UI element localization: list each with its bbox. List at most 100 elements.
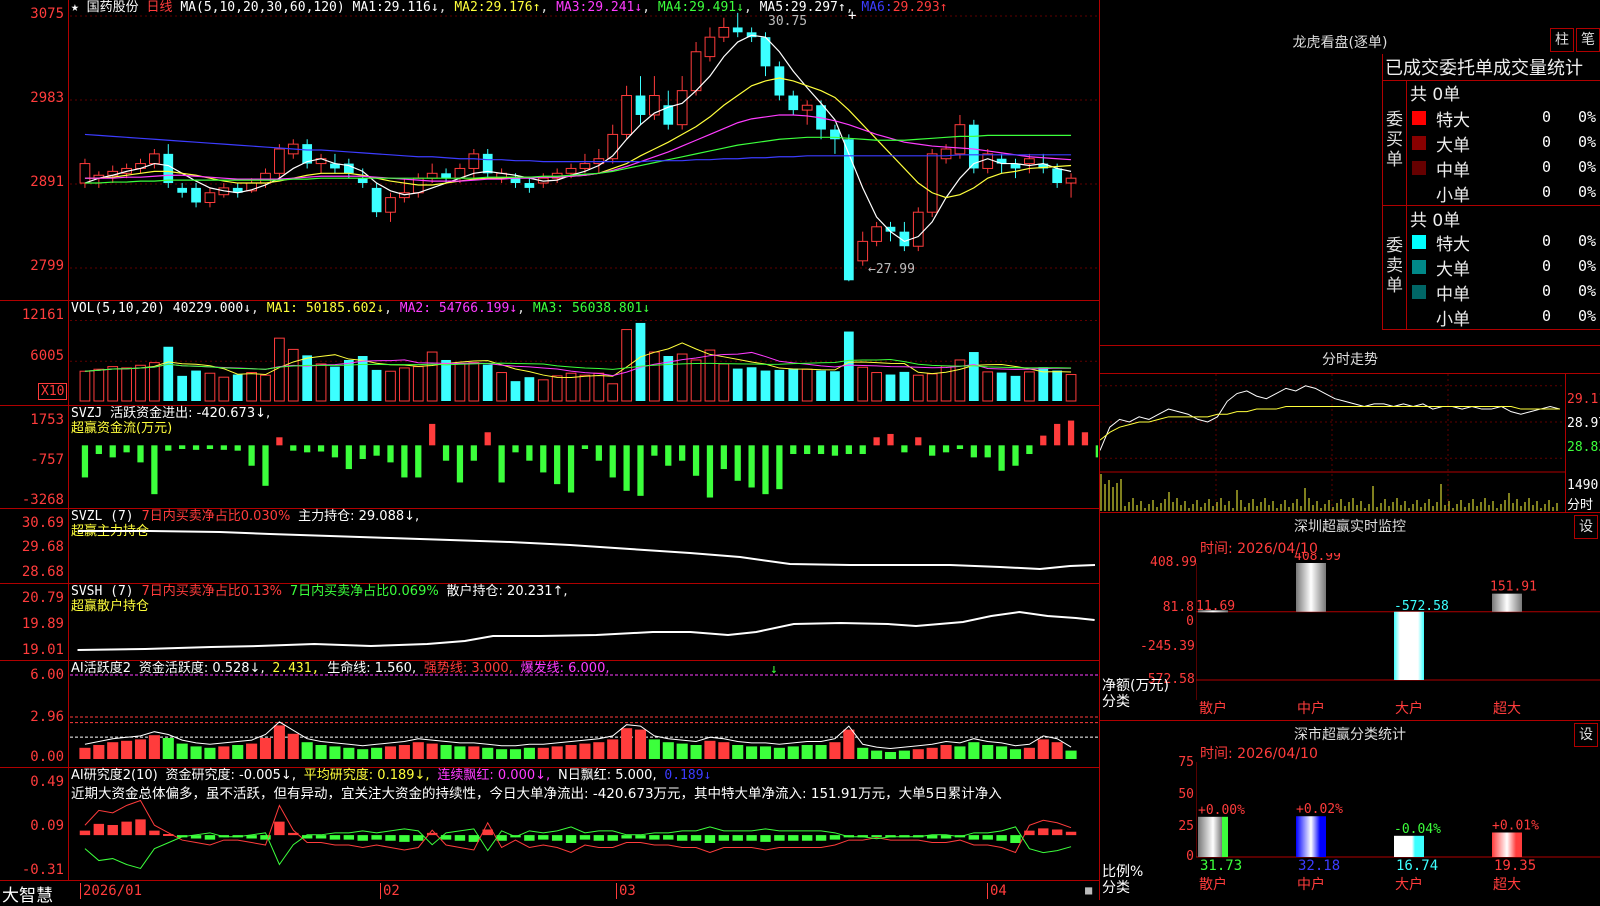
candle-body (79, 163, 91, 184)
candle-body (385, 197, 396, 213)
fund-flow-bar (1095, 445, 1098, 458)
buy-xl-swatch-icon (1412, 111, 1426, 125)
fund-flow-bar (790, 445, 797, 455)
fund-flow-bar (817, 445, 825, 455)
intraday-ytick-3: 28.83 (1567, 440, 1600, 455)
volume-bar (926, 373, 938, 402)
sz-class-settings-button[interactable]: 设 (1574, 723, 1598, 747)
activity-bar (968, 742, 980, 759)
activity-bar (579, 743, 591, 759)
buy-m-swatch-icon (1412, 161, 1426, 175)
fund-flow-bar (359, 445, 366, 460)
candle-body (1052, 168, 1063, 184)
szc-value-label: 16.74 (1396, 858, 1438, 874)
volume-bar (1024, 371, 1035, 402)
fund-flow-bars (81, 420, 1098, 498)
fund-flow-bar (1026, 445, 1033, 455)
fund-flow-bar (206, 445, 214, 450)
sz-monitor-settings-button[interactable]: 设 (1574, 515, 1598, 539)
svzl-panel[interactable]: SVZL (7) 7日内买卖净占比0.030% 主力持仓: 29.088↓, 超… (0, 509, 1100, 583)
sell-m-name: 中单 (1436, 285, 1470, 305)
research-bar (690, 835, 702, 841)
research-up-line (84, 799, 1072, 854)
fund-flow-bar (637, 445, 644, 496)
fund-flow-bar (373, 445, 380, 456)
research-bar (982, 835, 993, 840)
volume-bar (302, 355, 313, 401)
fund-flow-bar (81, 445, 89, 478)
research-bar (357, 835, 368, 841)
vol-ma-line (84, 359, 1072, 372)
ai-research-panel[interactable]: AI研究度2(10) 资金研究度: -0.005↓, 平均研究度: 0.189↓… (0, 768, 1100, 880)
research-bar (593, 835, 605, 841)
volume-bar (649, 351, 660, 402)
research-bar (968, 835, 980, 840)
bar-mode-button[interactable]: 柱 (1550, 28, 1574, 52)
buy-total: 共 0单 (1410, 85, 1461, 105)
vol-unit-badge[interactable]: X10 (38, 383, 68, 400)
intraday-panel[interactable]: 分时走势 29.11 28.97 28.83 1490 分时 (1100, 345, 1600, 513)
candle-body (149, 153, 160, 165)
sell-l-pct: 0% (1578, 257, 1597, 275)
activity-bar (190, 746, 202, 759)
research-bar (107, 825, 118, 836)
research-down-line (84, 826, 1072, 870)
candle-body (204, 192, 216, 203)
activity-bar (690, 745, 702, 759)
volume-bar (551, 375, 563, 402)
activity-bar (107, 742, 119, 759)
volume-bar (330, 366, 340, 401)
candle-body (468, 153, 480, 169)
sell-l-value: 0 (1542, 257, 1552, 275)
volume-bar (843, 331, 854, 401)
activity-bar (412, 742, 424, 759)
sz-class-panel[interactable]: 深市超赢分类统计 设 时间: 2026/04/10 75 50 25 0 比例%… (1100, 720, 1600, 900)
svzl-ytick-1: 30.69 (21, 515, 64, 531)
fund-flow-bar (1054, 423, 1061, 446)
kline-panel[interactable]: ★ 国药股份 日线 MA(5,10,20,30,60,120) MA1:29.1… (0, 0, 1100, 300)
vol-ytick-2: 6005 (30, 348, 64, 364)
buy-s-pct: 0% (1578, 183, 1597, 201)
research-bar (788, 835, 799, 841)
buy-xl-value: 0 (1542, 108, 1552, 126)
research-bar (149, 830, 160, 836)
fund-flow-bar (456, 445, 464, 483)
fund-flow-bar (429, 423, 436, 446)
volume-bar (149, 362, 160, 402)
candle-body (982, 153, 994, 169)
volume-bar (621, 329, 632, 402)
activity-bar (134, 739, 147, 759)
candle-body (732, 27, 743, 33)
sz-net-bar-label: -572.58 (1394, 599, 1449, 614)
volume-bar (1052, 370, 1063, 401)
candle-body (371, 187, 382, 213)
research-bar (274, 821, 285, 836)
fund-flow-bar (151, 445, 158, 495)
fund-flow-bar (609, 445, 616, 478)
svsh-panel[interactable]: SVSH (7) 7日内买卖净占比0.13% 7日内买卖净占比0.069% 散户… (0, 584, 1100, 660)
volume-panel[interactable]: VOL(5,10,20) 40229.000↓, MA1: 50185.602↓… (0, 301, 1100, 405)
research-bars (79, 799, 1077, 870)
intraday-chart[interactable] (1100, 374, 1565, 513)
fund-flow-bar (970, 445, 977, 458)
candlestick-chart[interactable] (70, 0, 1098, 298)
activity-bar (704, 740, 716, 759)
ai-activity-panel[interactable]: AI活跃度2 资金活跃度: 0.528↓, 2.431, 生命线: 1.560,… (0, 661, 1100, 767)
activity-bar (509, 749, 522, 759)
volume-bar (1065, 374, 1077, 402)
fund-flow-bar (665, 445, 672, 466)
ai2-ytick-1: 0.49 (30, 774, 64, 790)
research-bar (135, 819, 146, 836)
szc-ytick-1: 75 (1178, 755, 1194, 770)
svzj-panel[interactable]: SVZJ 活跃资金进出: -420.673↓, 超赢资金流(万元) 1753 -… (0, 406, 1100, 508)
volume-bar (260, 374, 271, 402)
research-bar (663, 835, 674, 840)
szc-delta-label: +0.01% (1492, 818, 1539, 833)
sz-cat-label: 散户 (1199, 700, 1227, 717)
lock-icon[interactable]: ■ (1085, 883, 1092, 897)
activity-bar (287, 733, 299, 759)
sz-monitor-panel[interactable]: 深圳超赢实时监控 设 时间: 2026/04/10 408.99 81.8 0 … (1100, 512, 1600, 720)
pen-mode-button[interactable]: 笔 (1576, 28, 1600, 52)
activity-bar (759, 746, 772, 759)
buy-row-m: 中单 0 0% (1410, 156, 1600, 181)
